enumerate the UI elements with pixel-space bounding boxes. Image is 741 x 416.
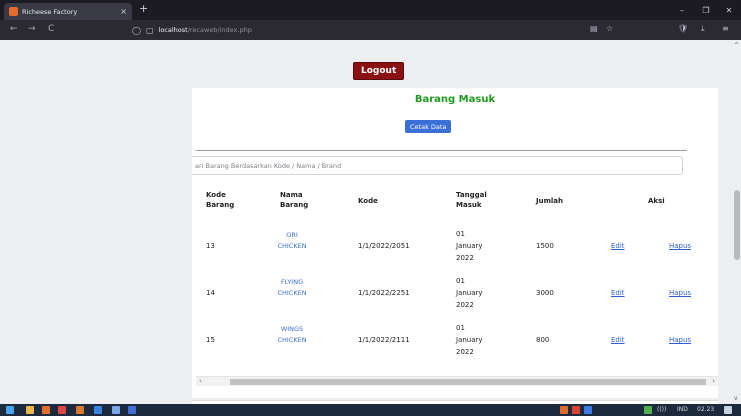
barang-masuk-card: Barang Masuk Cetak Data ari Barang Berda… xyxy=(192,88,718,398)
page-info-icon[interactable]: ▢ xyxy=(146,26,154,35)
header-kode: Kode xyxy=(358,197,378,205)
edit-link[interactable]: Edit xyxy=(611,240,625,252)
app-icon[interactable] xyxy=(128,406,136,414)
minimize-button[interactable]: – xyxy=(670,0,694,20)
tray-app-icon[interactable] xyxy=(560,406,568,414)
app-icon[interactable] xyxy=(58,406,66,414)
download-icon[interactable]: ⤓ xyxy=(701,24,705,34)
app-icon[interactable] xyxy=(94,406,102,414)
reload-button[interactable]: C xyxy=(48,24,54,34)
tab-title: Richeese Factory xyxy=(22,7,78,16)
tray-app-icon[interactable] xyxy=(572,406,580,414)
volume-icon[interactable]: (()) xyxy=(657,406,666,413)
cell-kode-barang: 15 xyxy=(206,336,215,344)
cell-kode-barang: 14 xyxy=(206,289,215,297)
url-bar[interactable]: ◯ ▢ localhost /recaweb/index.php xyxy=(132,23,612,37)
new-tab-button[interactable]: + xyxy=(139,2,148,15)
browser-tab[interactable]: Richeese Factory × xyxy=(4,3,132,20)
logout-button[interactable]: Logout xyxy=(353,62,405,80)
table-horizontal-scrollbar[interactable]: ‹ › xyxy=(196,376,718,386)
cetak-data-button[interactable]: Cetak Data xyxy=(405,120,452,133)
cell-kode-barang: 13 xyxy=(206,242,215,250)
hapus-link[interactable]: Hapus xyxy=(669,240,691,252)
header-aksi: Aksi xyxy=(648,197,665,205)
cell-kode: 1/1/2022/2111 xyxy=(358,336,410,344)
cell-nama-barang[interactable]: WINGS CHICKEN xyxy=(270,324,314,346)
bookmark-star-icon[interactable]: ☆ xyxy=(606,24,613,33)
scroll-left-icon[interactable]: ‹ xyxy=(199,377,202,385)
favicon-icon xyxy=(9,7,18,16)
close-window-button[interactable]: ✕ xyxy=(717,0,741,20)
reader-view-icon[interactable]: ▤ xyxy=(590,24,598,33)
header-kode-barang: Kode Barang xyxy=(206,191,235,209)
start-icon[interactable] xyxy=(6,406,14,414)
scroll-up-icon[interactable]: ^ xyxy=(734,42,739,49)
tab-bar: Richeese Factory × + – ❐ ✕ xyxy=(0,0,741,20)
file-explorer-icon[interactable] xyxy=(26,406,34,414)
header-nama-barang: Nama Barang xyxy=(280,191,309,209)
navigation-bar: ← → C ◯ ▢ localhost /recaweb/index.php ▤… xyxy=(0,20,741,40)
url-host: localhost xyxy=(158,26,188,34)
app-icon[interactable] xyxy=(42,406,50,414)
cell-jumlah: 1500 xyxy=(536,242,554,250)
tray-app-icon[interactable] xyxy=(584,406,592,414)
forward-button[interactable]: → xyxy=(28,24,36,34)
windows-taskbar: (()) IND 02.23 xyxy=(0,404,741,416)
url-path: /recaweb/index.php xyxy=(187,26,252,34)
maximize-button[interactable]: ❐ xyxy=(694,0,718,20)
tab-close-icon[interactable]: × xyxy=(120,7,127,16)
tracking-protection-icon[interactable]: ◯ xyxy=(132,26,141,35)
scroll-down-icon[interactable]: v xyxy=(734,395,738,402)
back-button[interactable]: ← xyxy=(10,24,18,34)
tray-app-icon[interactable] xyxy=(644,406,652,414)
clock[interactable]: 02.23 xyxy=(697,406,714,413)
cell-tanggal-masuk: 01 January 2022 xyxy=(456,324,483,356)
page-viewport: Logout Barang Masuk Cetak Data ari Baran… xyxy=(0,40,733,404)
firefox-icon[interactable] xyxy=(76,406,84,414)
menu-icon[interactable]: ≡ xyxy=(722,24,729,33)
search-input[interactable]: ari Barang Berdasarkan Kode / Nama / Bra… xyxy=(192,156,683,175)
app-icon[interactable] xyxy=(112,406,120,414)
notification-icon[interactable] xyxy=(724,406,732,414)
cell-kode: 1/1/2022/2251 xyxy=(358,289,410,297)
language-indicator[interactable]: IND xyxy=(677,406,688,413)
shield-icon[interactable]: 🛡 xyxy=(678,24,688,33)
edit-link[interactable]: Edit xyxy=(611,287,625,299)
page-vertical-scrollbar[interactable]: ^ v xyxy=(733,40,741,404)
edit-link[interactable]: Edit xyxy=(611,334,625,346)
vertical-scroll-thumb[interactable] xyxy=(734,190,740,260)
cell-kode: 1/1/2022/2051 xyxy=(358,242,410,250)
hapus-link[interactable]: Hapus xyxy=(669,287,691,299)
hapus-link[interactable]: Hapus xyxy=(669,334,691,346)
cell-nama-barang[interactable]: FLYING CHICKEN xyxy=(270,277,314,299)
cell-nama-barang[interactable]: ORI CHICKEN xyxy=(270,230,314,252)
cell-jumlah: 800 xyxy=(536,336,550,344)
cell-tanggal-masuk: 01 January 2022 xyxy=(456,230,483,262)
header-jumlah: Jumlah xyxy=(536,197,563,205)
horizontal-scroll-thumb[interactable] xyxy=(230,379,706,385)
cell-jumlah: 3000 xyxy=(536,289,554,297)
divider xyxy=(196,150,687,151)
cell-tanggal-masuk: 01 January 2022 xyxy=(456,277,483,309)
page-title: Barang Masuk xyxy=(414,94,496,105)
header-tanggal-masuk: Tanggal Masuk xyxy=(456,191,487,209)
scroll-right-icon[interactable]: › xyxy=(712,377,715,385)
